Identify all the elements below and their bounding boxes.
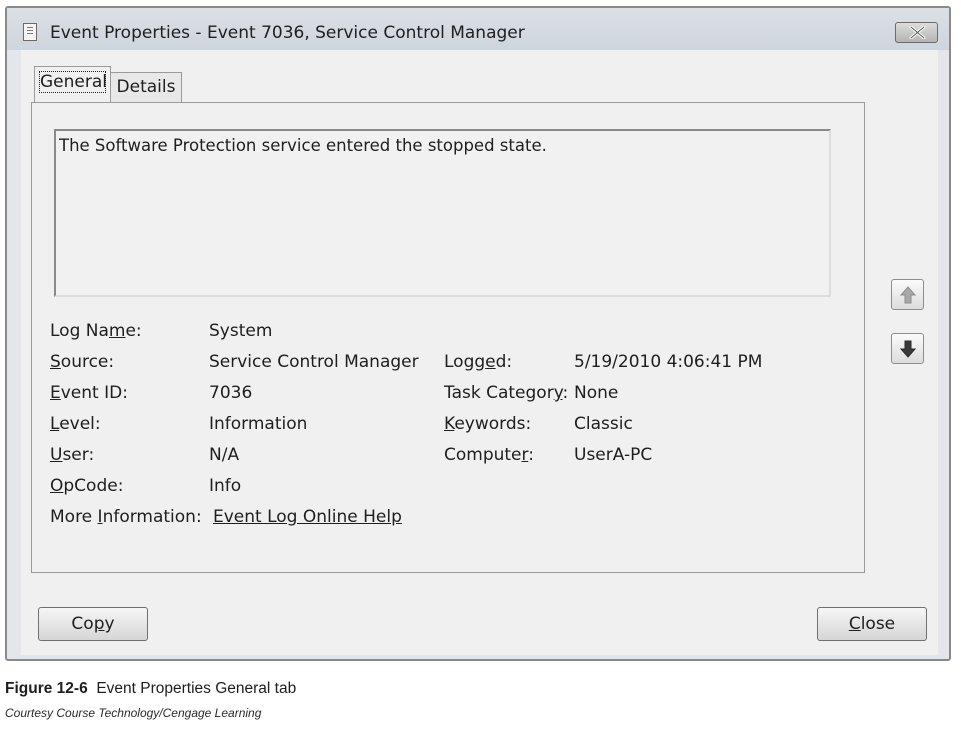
task-category-label: Task Category: [444,383,569,403]
general-tab-panel: The Software Protection service entered … [31,102,865,573]
user-value: N/A [209,445,240,465]
figure-number: Figure 12-6 [5,680,88,697]
close-button[interactable]: Close [817,607,927,641]
source-label: Source: [50,352,115,372]
close-icon [909,26,926,39]
dialog-client-area: General Details The Software Protection … [21,50,938,655]
event-id-value: 7036 [209,383,253,403]
figure-caption: Figure 12-6 Event Properties General tab [5,680,296,698]
level-label: Level: [50,414,101,434]
computer-label: Computer: [444,445,534,465]
event-log-online-help-link[interactable]: Event Log Online Help [213,507,402,527]
copy-button[interactable]: Copy [38,607,148,641]
logged-value: 5/19/2010 4:06:41 PM [574,352,763,372]
logged-label: Logged: [444,352,513,372]
log-name-value: System [209,321,273,341]
window-title: Event Properties - Event 7036, Service C… [50,23,525,43]
keywords-value: Classic [574,414,633,434]
source-value: Service Control Manager [209,352,419,372]
event-log-icon [23,23,37,41]
event-properties-window: Event Properties - Event 7036, Service C… [5,6,951,661]
computer-value: UserA-PC [574,445,653,465]
event-description: The Software Protection service entered … [59,136,547,155]
tab-general-label: General [39,71,107,93]
tab-details[interactable]: Details [111,72,182,102]
figure-credit: Courtesy Course Technology/Cengage Learn… [5,706,262,720]
more-information-label: More Information: [50,507,202,527]
arrow-down-icon [900,340,916,358]
previous-event-button[interactable] [891,279,924,310]
window-close-button[interactable] [895,22,938,43]
level-value: Information [209,414,308,434]
keywords-label: Keywords: [444,414,532,434]
event-description-box[interactable]: The Software Protection service entered … [54,129,831,297]
next-event-button[interactable] [891,333,924,364]
task-category-value: None [574,383,619,403]
event-id-label: Event ID: [50,383,128,403]
user-label: User: [50,445,95,465]
opcode-label: OpCode: [50,476,124,496]
figure-caption-text: Event Properties General tab [96,680,297,697]
title-bar[interactable]: Event Properties - Event 7036, Service C… [7,8,949,50]
arrow-up-icon [900,286,916,304]
log-name-label: Log Name: [50,321,142,341]
tab-general[interactable]: General [34,66,111,102]
opcode-value: Info [209,476,242,496]
